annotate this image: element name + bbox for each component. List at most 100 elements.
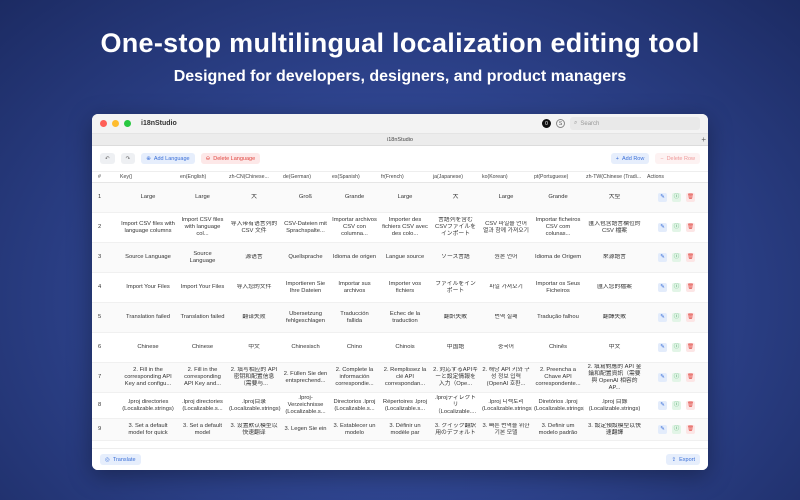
tab-i18nstudio[interactable]: i18nStudio: [387, 137, 413, 143]
translation-cell[interactable]: 3. Définir un modèle par: [379, 423, 431, 437]
column-header[interactable]: zh-CN(Chinese...: [227, 174, 281, 180]
column-header[interactable]: zh-TW(Chinese (Tradi...: [584, 174, 645, 180]
translation-cell[interactable]: ソース言語: [431, 254, 480, 261]
translation-cell[interactable]: Übersetzung fehlgeschlagen: [281, 311, 330, 325]
translation-cell[interactable]: 2. Füllen Sie den entsprechend...: [281, 371, 330, 385]
translation-cell[interactable]: Répertoires .lproj (Localizable.s...: [379, 399, 431, 413]
key-cell[interactable]: Import Your Files: [118, 284, 178, 291]
translation-cell[interactable]: 大: [431, 194, 480, 201]
add-row-button[interactable]: + Add Row: [610, 153, 650, 164]
trash-icon[interactable]: 🗑: [686, 373, 695, 382]
translation-cell[interactable]: .lproj-Verzeichnisse (Localizable.s...: [281, 395, 330, 416]
column-header[interactable]: ja(Japanese): [431, 174, 480, 180]
translation-cell[interactable]: .lprojディレクトリ（Localizable....: [431, 395, 480, 416]
table-row[interactable]: 8 .lproj directories (Localizable.strings…: [92, 393, 708, 419]
translation-cell[interactable]: Diretórios .lproj (Localizable.strings): [532, 399, 584, 413]
translation-cell[interactable]: 中国語: [431, 344, 480, 351]
column-header[interactable]: es(Spanish): [330, 174, 379, 180]
key-cell[interactable]: Import CSV files with language columns: [118, 221, 178, 235]
column-header[interactable]: #: [92, 174, 118, 180]
translation-cell[interactable]: Idioma de origen: [330, 254, 379, 261]
edit-icon[interactable]: ✎: [658, 283, 667, 292]
info-icon[interactable]: ⓘ: [672, 343, 681, 352]
translation-cell[interactable]: Directorios .lproj (Localizable.s...: [330, 399, 379, 413]
translation-cell[interactable]: 2. 해당 API 키와 구성 정보 입력 (OpenAI 호환...: [480, 367, 532, 388]
translation-cell[interactable]: Idioma de Origem: [532, 254, 584, 261]
redo-button[interactable]: ↷: [120, 153, 136, 164]
column-header[interactable]: de(German): [281, 174, 330, 180]
translation-cell[interactable]: 2. Fill in the corresponding API Key and…: [178, 367, 227, 388]
info-icon[interactable]: ⓘ: [672, 253, 681, 262]
translation-cell[interactable]: Large: [379, 194, 431, 201]
trash-icon[interactable]: 🗑: [686, 313, 695, 322]
add-language-button[interactable]: ⊕ Add Language: [141, 153, 195, 164]
table-row[interactable]: 6 Chinese Chinese 中文 Chinesisch Chino Chinois 中…: [92, 333, 708, 363]
translation-cell[interactable]: 2. 填寫對應的 API 金鑰和配置資訊（需要與 OpenAI 相容的 AP..…: [584, 364, 645, 392]
translation-cell[interactable]: 中文: [584, 344, 645, 351]
translation-cell[interactable]: 2. 填写相应的 API密钥和配置信息（需要与...: [227, 367, 281, 388]
column-header[interactable]: Actions: [645, 174, 708, 180]
column-header[interactable]: en(English): [178, 174, 227, 180]
translation-cell[interactable]: 3. 设置默认模型以快速翻译: [227, 423, 281, 437]
delete-language-button[interactable]: ⊖ Delete Language: [200, 153, 261, 164]
translation-cell[interactable]: 번역 실패: [480, 314, 532, 321]
key-cell[interactable]: 2. Fill in the corresponding API Key and…: [118, 367, 178, 388]
translation-cell[interactable]: 中文: [227, 344, 281, 351]
column-header[interactable]: Key(): [118, 174, 178, 180]
column-header[interactable]: ko(Korean): [480, 174, 532, 180]
account-badge-icon[interactable]: 0: [542, 119, 551, 128]
translation-cell[interactable]: CSV-Dateien mit Sprachspalte...: [281, 221, 330, 235]
edit-icon[interactable]: ✎: [658, 313, 667, 322]
translation-cell[interactable]: 3. 빠른 번역을 위한 기본 모델: [480, 423, 532, 437]
translation-cell[interactable]: 3. Set a default model: [178, 423, 227, 437]
zoom-window-button[interactable]: [124, 120, 131, 127]
edit-icon[interactable]: ✎: [658, 223, 667, 232]
close-window-button[interactable]: [100, 120, 107, 127]
translation-cell[interactable]: Chino: [330, 344, 379, 351]
table-row[interactable]: 7 2. Fill in the corresponding API Key an…: [92, 363, 708, 393]
translation-cell[interactable]: Chinesisch: [281, 344, 330, 351]
table-row[interactable]: 2 Import CSV files with language columns I…: [92, 213, 708, 243]
info-icon[interactable]: ⓘ: [672, 193, 681, 202]
translation-cell[interactable]: Import Your Files: [178, 284, 227, 291]
edit-icon[interactable]: ✎: [658, 401, 667, 410]
edit-icon[interactable]: ✎: [658, 343, 667, 352]
table-row[interactable]: 4 Import Your Files Import Your Files 导入您的文…: [92, 273, 708, 303]
translation-cell[interactable]: Quellsprache: [281, 254, 330, 261]
translation-cell[interactable]: Importar sus archivos: [330, 281, 379, 295]
translation-cell[interactable]: Importieren Sie Ihre Dateien: [281, 281, 330, 295]
translation-cell[interactable]: Importar archivos CSV con columna...: [330, 217, 379, 238]
translation-cell[interactable]: 翻訳失敗: [431, 314, 480, 321]
key-cell[interactable]: Large: [118, 194, 178, 201]
translation-cell[interactable]: Importar ficheiros CSV com colunas...: [532, 217, 584, 238]
translation-cell[interactable]: Importar os Seus Ficheiros: [532, 281, 584, 295]
translation-cell[interactable]: 2. Complete la información correspondie.…: [330, 367, 379, 388]
translation-cell[interactable]: 大: [227, 194, 281, 201]
info-icon[interactable]: ⓘ: [672, 313, 681, 322]
translation-cell[interactable]: .lproj directories (Localizable.s...: [178, 399, 227, 413]
minimize-window-button[interactable]: [112, 120, 119, 127]
translation-cell[interactable]: Large: [178, 194, 227, 201]
trash-icon[interactable]: 🗑: [686, 283, 695, 292]
translation-cell[interactable]: Groß: [281, 194, 330, 201]
translation-cell[interactable]: 源语言: [227, 254, 281, 261]
translation-cell[interactable]: Import CSV files with language col...: [178, 217, 227, 238]
translation-cell[interactable]: 匯入包含語言欄位的 CSV 檔案: [584, 221, 645, 235]
translation-cell[interactable]: Large: [480, 194, 532, 201]
translation-cell[interactable]: Tradução falhou: [532, 314, 584, 321]
edit-icon[interactable]: ✎: [658, 373, 667, 382]
undo-button[interactable]: ↶: [100, 153, 115, 164]
info-icon[interactable]: ⓘ: [672, 283, 681, 292]
translation-cell[interactable]: Chinês: [532, 344, 584, 351]
translation-cell[interactable]: 翻譯失敗: [584, 314, 645, 321]
trash-icon[interactable]: 🗑: [686, 425, 695, 434]
translation-cell[interactable]: 导入您的文件: [227, 284, 281, 291]
translation-cell[interactable]: 2. 対応するAPIキーと設定情報を入力（Ope...: [431, 367, 480, 388]
translation-cell[interactable]: 2. Remplissez la clé API correspondan...: [379, 367, 431, 388]
trash-icon[interactable]: 🗑: [686, 401, 695, 410]
translation-cell[interactable]: 來源語言: [584, 254, 645, 261]
translation-cell[interactable]: Chinois: [379, 344, 431, 351]
info-icon[interactable]: ⓘ: [672, 223, 681, 232]
translation-cell[interactable]: .lproj目录 (Localizable.strings): [227, 399, 281, 413]
trash-icon[interactable]: 🗑: [686, 223, 695, 232]
